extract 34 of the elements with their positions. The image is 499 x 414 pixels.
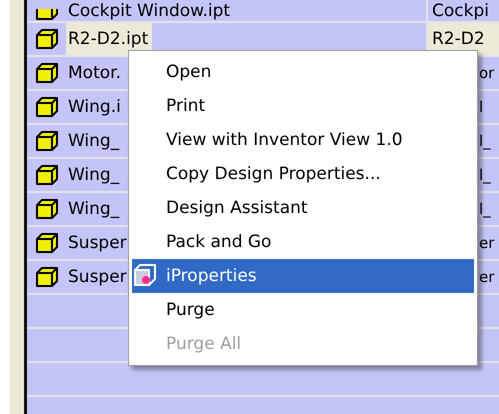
file-name[interactable]: Wing_ — [66, 125, 124, 157]
cube-icon — [34, 62, 58, 84]
cube-icon — [34, 266, 58, 288]
table-cell-text: er — [478, 233, 496, 254]
file-name[interactable]: Susper — [66, 261, 131, 293]
menu-item[interactable]: Purge — [132, 293, 474, 327]
file-name[interactable]: Wing_ — [66, 159, 124, 191]
file-name[interactable]: Susper — [66, 227, 131, 259]
file-name[interactable]: Wing_ — [66, 193, 124, 225]
file-name[interactable]: Motor. — [66, 57, 125, 89]
menu-item[interactable]: Open — [132, 55, 474, 89]
menu-item[interactable]: Print — [132, 89, 474, 123]
cube-icon — [34, 164, 58, 186]
table-cell-text: l — [478, 97, 484, 118]
cube-icon — [34, 28, 58, 50]
file-name[interactable]: Wing.i — [66, 91, 125, 123]
table-cell-text: l_ — [478, 165, 492, 186]
table-cell-text: or — [478, 63, 496, 84]
cube-icon — [34, 198, 58, 220]
table-cell-text: l_ — [478, 131, 492, 152]
table-cell-text: l_ — [478, 199, 492, 220]
file-name[interactable]: R2-D2.ipt — [66, 23, 152, 55]
cube-icon — [34, 232, 58, 254]
menu-item[interactable]: iProperties — [132, 259, 474, 293]
cube-icon — [34, 130, 58, 152]
splitter-bar[interactable] — [10, 0, 27, 414]
cube-icon — [34, 96, 58, 118]
menu-item[interactable]: Pack and Go — [132, 225, 474, 259]
menu-item[interactable]: View with Inventor View 1.0 — [132, 123, 474, 157]
table-cell-text: Cockpi — [431, 0, 490, 21]
menu-item[interactable]: Copy Design Properties... — [132, 157, 474, 191]
table-cell-text: er — [478, 267, 496, 288]
menu-item[interactable]: Design Assistant — [132, 191, 474, 225]
file-name[interactable]: Cockpit Window.ipt — [66, 0, 234, 21]
